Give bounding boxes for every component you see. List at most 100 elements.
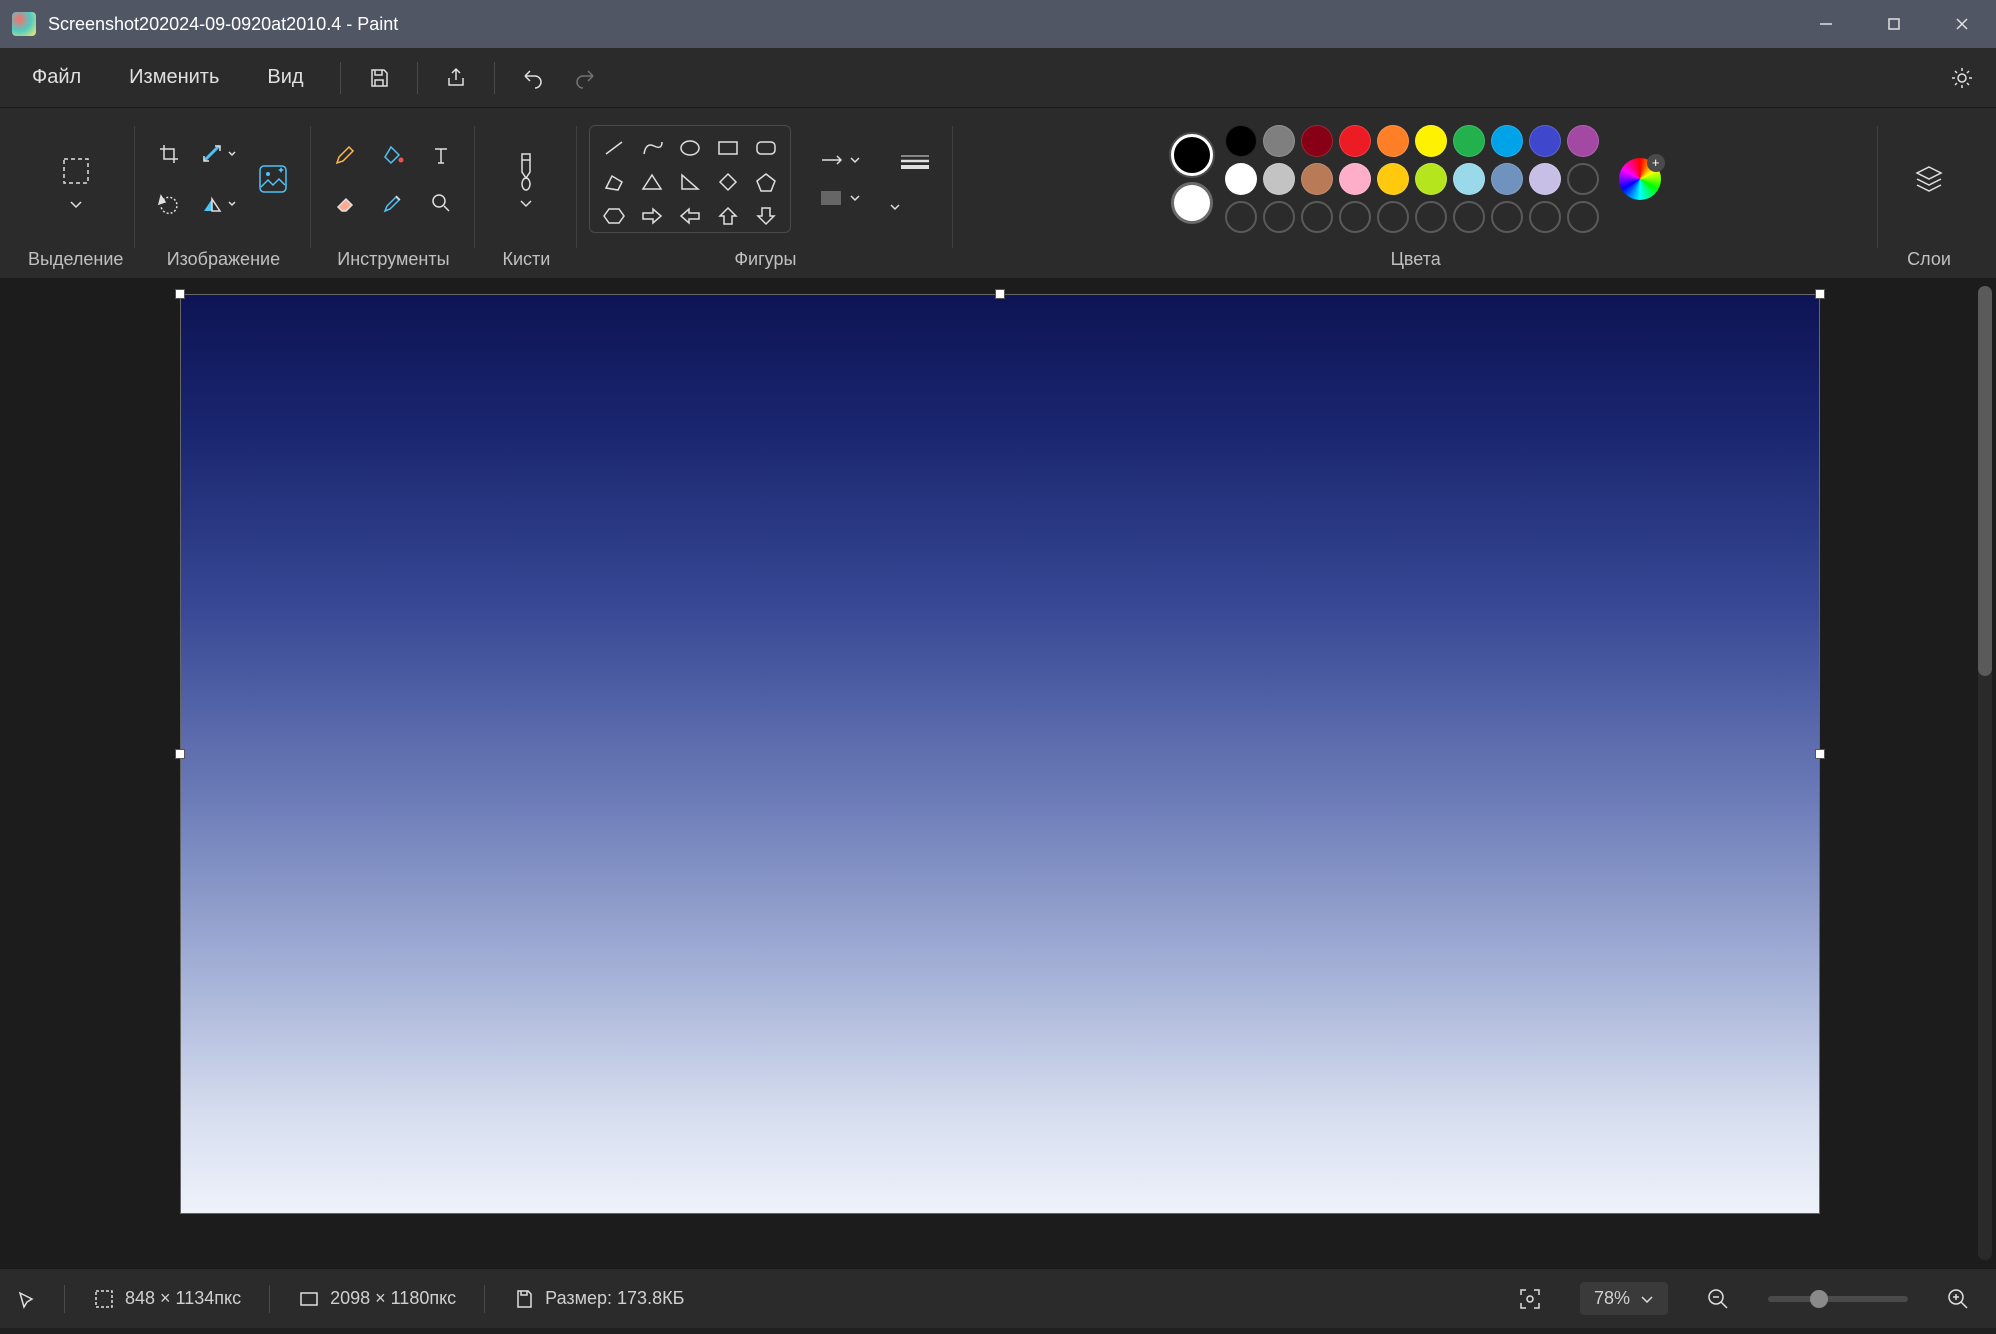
- menu-edit[interactable]: Изменить: [109, 58, 239, 97]
- crop-button[interactable]: [147, 132, 191, 176]
- scrollbar-thumb[interactable]: [1978, 286, 1992, 676]
- swatch[interactable]: [1491, 163, 1523, 195]
- shape-roundrect[interactable]: [748, 132, 784, 164]
- ribbon-label-layers: Слои: [1907, 241, 1951, 278]
- swatch-empty[interactable]: [1301, 201, 1333, 233]
- zoom-dropdown[interactable]: 78%: [1580, 1282, 1668, 1315]
- brushes-button[interactable]: [487, 129, 565, 229]
- canvas[interactable]: [180, 294, 1820, 1214]
- minimize-button[interactable]: [1792, 0, 1860, 48]
- layers-button[interactable]: [1890, 129, 1968, 229]
- canvas-area[interactable]: [0, 278, 1996, 1268]
- ribbon-label-colors: Цвета: [1391, 241, 1441, 278]
- swatch-empty[interactable]: [1529, 201, 1561, 233]
- shape-hexagon[interactable]: [596, 200, 632, 232]
- shape-arrow-up[interactable]: [710, 200, 746, 232]
- paint-app-icon: [12, 12, 36, 36]
- close-button[interactable]: [1928, 0, 1996, 48]
- stroke-width-button[interactable]: [889, 146, 941, 176]
- maximize-button[interactable]: [1860, 0, 1928, 48]
- swatch[interactable]: [1225, 125, 1257, 157]
- resize-handle[interactable]: [995, 289, 1005, 299]
- resize-handle[interactable]: [1815, 289, 1825, 299]
- shape-pentagon[interactable]: [748, 166, 784, 198]
- swatch-empty[interactable]: [1491, 201, 1523, 233]
- selection-tool[interactable]: [37, 129, 115, 229]
- swatch[interactable]: [1339, 125, 1371, 157]
- swatch-empty[interactable]: [1377, 201, 1409, 233]
- zoom-out-button[interactable]: [1696, 1277, 1740, 1321]
- shape-triangle[interactable]: [634, 166, 670, 198]
- shape-diamond[interactable]: [710, 166, 746, 198]
- eraser-tool[interactable]: [323, 181, 367, 225]
- fit-screen-button[interactable]: [1508, 1277, 1552, 1321]
- swatch[interactable]: [1415, 125, 1447, 157]
- swatch[interactable]: [1453, 163, 1485, 195]
- shape-line[interactable]: [596, 132, 632, 164]
- flip-button[interactable]: [197, 182, 241, 226]
- zoom-in-button[interactable]: [1936, 1277, 1980, 1321]
- shape-right-triangle[interactable]: [672, 166, 708, 198]
- shape-polygon[interactable]: [596, 166, 632, 198]
- window-title: Screenshot202024-09-0920at2010.4 - Paint: [48, 14, 1792, 35]
- swatch[interactable]: [1225, 163, 1257, 195]
- resize-handle[interactable]: [175, 749, 185, 759]
- selection-size: 848 × 1134пкс: [93, 1288, 241, 1310]
- menu-view[interactable]: Вид: [247, 58, 323, 97]
- shape-outline-button[interactable]: [809, 145, 871, 175]
- ai-image-button[interactable]: [247, 153, 299, 205]
- menu-file[interactable]: Файл: [12, 58, 101, 97]
- edit-colors-button[interactable]: [1619, 158, 1661, 200]
- shape-arrow-left[interactable]: [672, 200, 708, 232]
- zoom-slider-thumb[interactable]: [1810, 1290, 1828, 1308]
- save-button[interactable]: [357, 56, 401, 100]
- redo-button[interactable]: [563, 56, 607, 100]
- shape-curve[interactable]: [634, 132, 670, 164]
- swatch[interactable]: [1415, 163, 1447, 195]
- resize-button[interactable]: [197, 132, 241, 176]
- swatch[interactable]: [1491, 125, 1523, 157]
- swatch[interactable]: [1301, 163, 1333, 195]
- color-secondary[interactable]: [1171, 182, 1213, 224]
- swatch-empty[interactable]: [1225, 201, 1257, 233]
- swatch-empty[interactable]: [1453, 201, 1485, 233]
- swatch[interactable]: [1453, 125, 1485, 157]
- pencil-tool[interactable]: [323, 133, 367, 177]
- undo-button[interactable]: [511, 56, 555, 100]
- swatch-empty[interactable]: [1415, 201, 1447, 233]
- resize-handle[interactable]: [1815, 749, 1825, 759]
- statusbar: 848 × 1134пкс 2098 × 1180пкс Размер: 173…: [0, 1268, 1996, 1328]
- zoom-slider[interactable]: [1768, 1296, 1908, 1302]
- canvas-size: 2098 × 1180пкс: [298, 1288, 456, 1310]
- swatch[interactable]: [1263, 125, 1295, 157]
- shape-fill-button[interactable]: [809, 183, 871, 213]
- shapes-gallery[interactable]: [589, 125, 791, 233]
- swatch[interactable]: [1567, 125, 1599, 157]
- text-tool[interactable]: [419, 133, 463, 177]
- eyedropper-tool[interactable]: [371, 181, 415, 225]
- swatch-empty[interactable]: [1339, 201, 1371, 233]
- swatch[interactable]: [1263, 163, 1295, 195]
- settings-button[interactable]: [1940, 56, 1984, 100]
- share-button[interactable]: [434, 56, 478, 100]
- fill-tool[interactable]: [371, 133, 415, 177]
- swatch[interactable]: [1301, 125, 1333, 157]
- color-primary[interactable]: [1171, 134, 1213, 176]
- swatch-empty[interactable]: [1263, 201, 1295, 233]
- swatch-empty[interactable]: [1567, 163, 1599, 195]
- swatch[interactable]: [1377, 163, 1409, 195]
- swatch[interactable]: [1377, 125, 1409, 157]
- vertical-scrollbar[interactable]: [1978, 286, 1992, 1260]
- swatch[interactable]: [1339, 163, 1371, 195]
- shape-arrow-down[interactable]: [748, 200, 784, 232]
- swatch[interactable]: [1529, 163, 1561, 195]
- shape-arrow-right[interactable]: [634, 200, 670, 232]
- swatch[interactable]: [1529, 125, 1561, 157]
- shape-rect[interactable]: [710, 132, 746, 164]
- rotate-button[interactable]: [147, 182, 191, 226]
- ribbon-label-selection: Выделение: [28, 241, 123, 278]
- resize-handle[interactable]: [175, 289, 185, 299]
- shape-oval[interactable]: [672, 132, 708, 164]
- swatch-empty[interactable]: [1567, 201, 1599, 233]
- magnifier-tool[interactable]: [419, 181, 463, 225]
